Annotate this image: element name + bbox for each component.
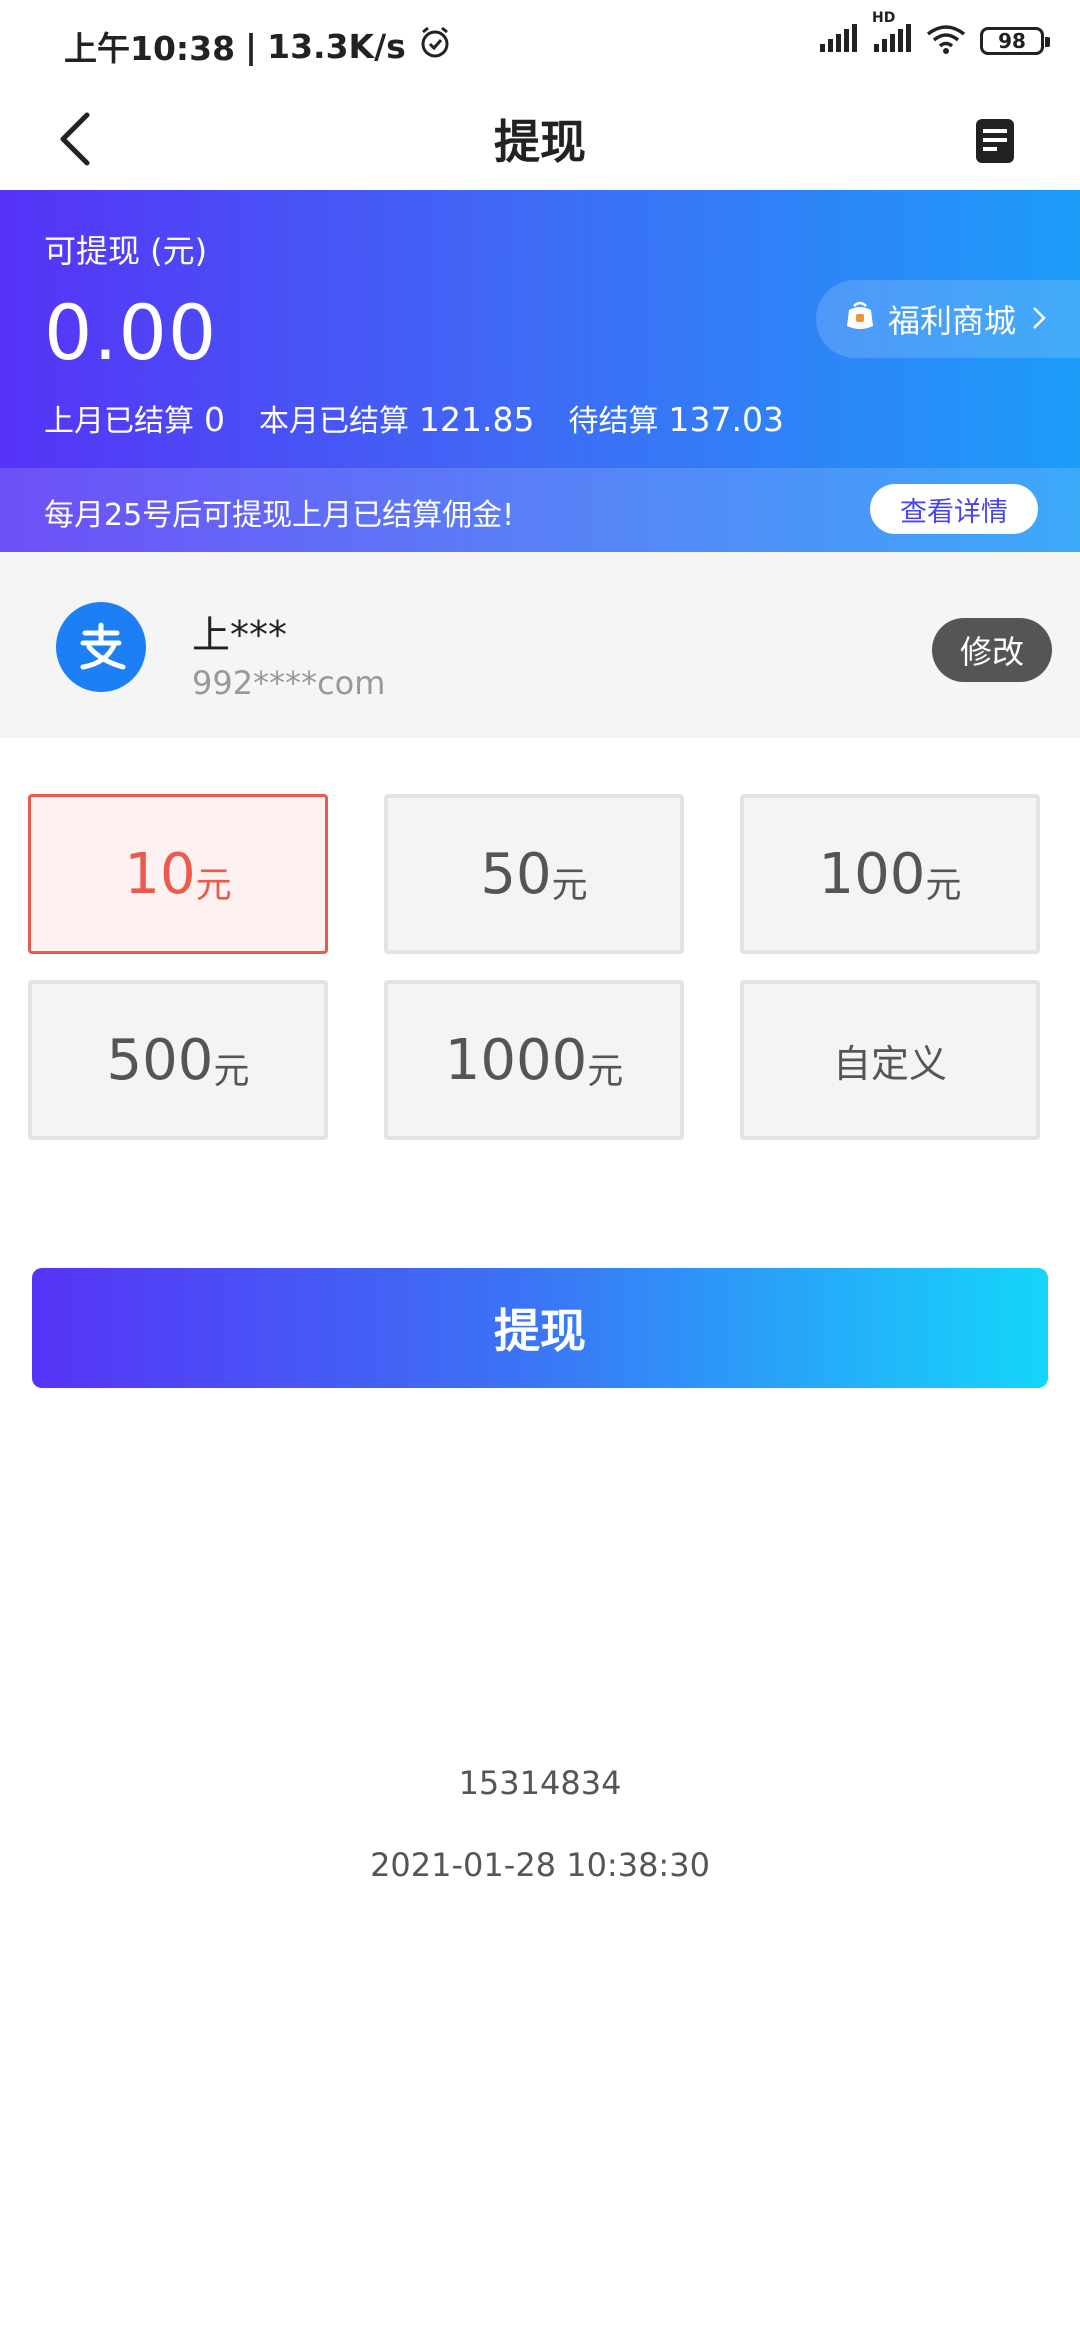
nav-bar: 提现	[0, 90, 1080, 190]
wifi-icon	[926, 24, 966, 58]
amount-unit: 元	[587, 1051, 624, 1092]
hd-label: HD	[872, 10, 896, 26]
balance-amount: 0.00	[44, 288, 218, 377]
last-month-label: 上月已结算	[44, 404, 194, 439]
status-bar: 上午10:38 | 13.3K/s HD 98	[0, 0, 1080, 90]
amount-unit: 元	[551, 865, 588, 906]
footer-id: 15314834	[458, 1764, 622, 1802]
amount-value: 50	[480, 841, 552, 907]
balance-label: 可提现 (元)	[44, 232, 208, 270]
status-separator: |	[245, 26, 258, 66]
amount-unit: 元	[213, 1051, 250, 1092]
last-month-settled: 上月已结算 0	[44, 396, 225, 440]
records-button[interactable]	[960, 106, 1030, 176]
amount-option-100[interactable]: 100 元	[740, 794, 1040, 954]
amount-unit: 元	[195, 865, 232, 906]
footer-timestamp: 2021-01-28 10:38:30	[370, 1846, 710, 1884]
notice-bar: 每月25号后可提现上月已结算佣金! 查看详情	[0, 468, 1080, 552]
amount-option-500[interactable]: 500 元	[28, 980, 328, 1140]
amount-value: 1000	[444, 1027, 588, 1093]
document-icon	[976, 119, 1014, 163]
battery-level: 98	[998, 29, 1026, 53]
alarm-icon	[418, 25, 452, 67]
amount-value: 10	[124, 841, 196, 907]
amount-value: 500	[106, 1027, 214, 1093]
settlement-row: 上月已结算 0 本月已结算 121.85 待结算 137.03	[44, 396, 818, 440]
status-left: 上午10:38 | 13.3K/s	[64, 22, 452, 70]
welfare-mall-button[interactable]: 福利商城	[816, 280, 1080, 358]
page-title: 提现	[494, 115, 586, 169]
this-month-value: 121.85	[419, 400, 535, 439]
alipay-icon	[56, 602, 146, 692]
account-name: 上***	[192, 613, 288, 657]
this-month-settled: 本月已结算 121.85	[259, 396, 534, 440]
welfare-mall-label: 福利商城	[888, 302, 1017, 340]
balance-banner: 可提现 (元) 0.00 上月已结算 0 本月已结算 121.85 待结算 13…	[0, 190, 1080, 552]
status-right: HD 98	[818, 10, 1050, 58]
signal-hd-icon: HD	[872, 10, 912, 58]
amount-option-custom[interactable]: 自定义	[740, 980, 1040, 1140]
withdraw-button[interactable]: 提现	[32, 1268, 1048, 1388]
shopping-bag-icon	[846, 300, 874, 338]
pending-settlement: 待结算 137.03	[568, 396, 783, 440]
notice-text: 每月25号后可提现上月已结算佣金!	[44, 498, 515, 533]
pending-label: 待结算	[568, 404, 659, 439]
account-id: 992****com	[192, 664, 386, 702]
status-time: 上午10:38	[64, 29, 236, 68]
this-month-label: 本月已结算	[259, 404, 409, 439]
chevron-right-icon	[1032, 300, 1046, 338]
payout-account: 上*** 992****com 修改	[0, 552, 1080, 738]
amount-option-1000[interactable]: 1000 元	[384, 980, 684, 1140]
last-month-value: 0	[204, 400, 225, 439]
network-speed: 13.3K/s	[267, 26, 406, 66]
amount-value: 100	[818, 841, 926, 907]
signal-icon	[818, 24, 858, 58]
custom-amount-label: 自定义	[832, 1041, 947, 1086]
amount-option-10[interactable]: 10 元	[28, 794, 328, 954]
battery-icon: 98	[980, 27, 1050, 55]
view-details-button[interactable]: 查看详情	[870, 484, 1038, 534]
amount-unit: 元	[925, 865, 962, 906]
amount-option-50[interactable]: 50 元	[384, 794, 684, 954]
modify-account-button[interactable]: 修改	[932, 618, 1052, 682]
pending-value: 137.03	[668, 400, 784, 439]
